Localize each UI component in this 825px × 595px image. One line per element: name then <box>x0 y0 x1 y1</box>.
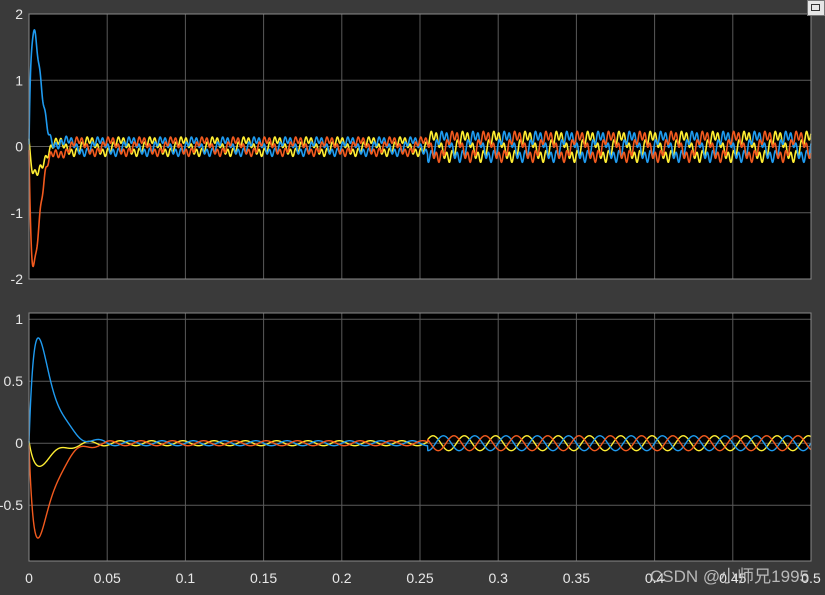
x-tick-label: 0 <box>25 570 33 586</box>
x-tick-label: 0.1 <box>176 570 196 586</box>
x-tick-label: 0.2 <box>332 570 352 586</box>
y-tick-label: -2 <box>11 271 24 287</box>
y-tick-label: -1 <box>11 205 24 221</box>
top-axes: -2 -1 0 1 2 <box>11 6 812 287</box>
x-tick-label: 0.15 <box>250 570 277 586</box>
x-tick-label: 0.25 <box>406 570 433 586</box>
x-tick-label: 0.05 <box>94 570 121 586</box>
bottom-axes: -0.500.510 0.05 0.1 0.15 0.2 0.25 0.3 0.35 0.4 0.… <box>0 311 821 586</box>
y-tick-label: 1 <box>15 72 23 88</box>
scope-figure: -2 -1 0 1 2 -0.5 0 0.5 1 0 0.05 0.1 0.15 0.2 0.25 0.3 0… <box>0 0 825 595</box>
y-tick-label: 1 <box>15 311 23 327</box>
y-tick-label: 0 <box>15 139 23 155</box>
y-tick-label: -0.5 <box>0 497 23 513</box>
x-tick-label: 0.35 <box>563 570 590 586</box>
y-tick-label: 0 <box>15 435 23 451</box>
watermark-text: CSDN @小师兄1995 <box>650 567 809 586</box>
y-tick-label: 2 <box>15 6 23 22</box>
y-tick-label: 0.5 <box>4 373 24 389</box>
restore-icon[interactable] <box>807 0 825 16</box>
x-tick-label: 0.3 <box>488 570 508 586</box>
